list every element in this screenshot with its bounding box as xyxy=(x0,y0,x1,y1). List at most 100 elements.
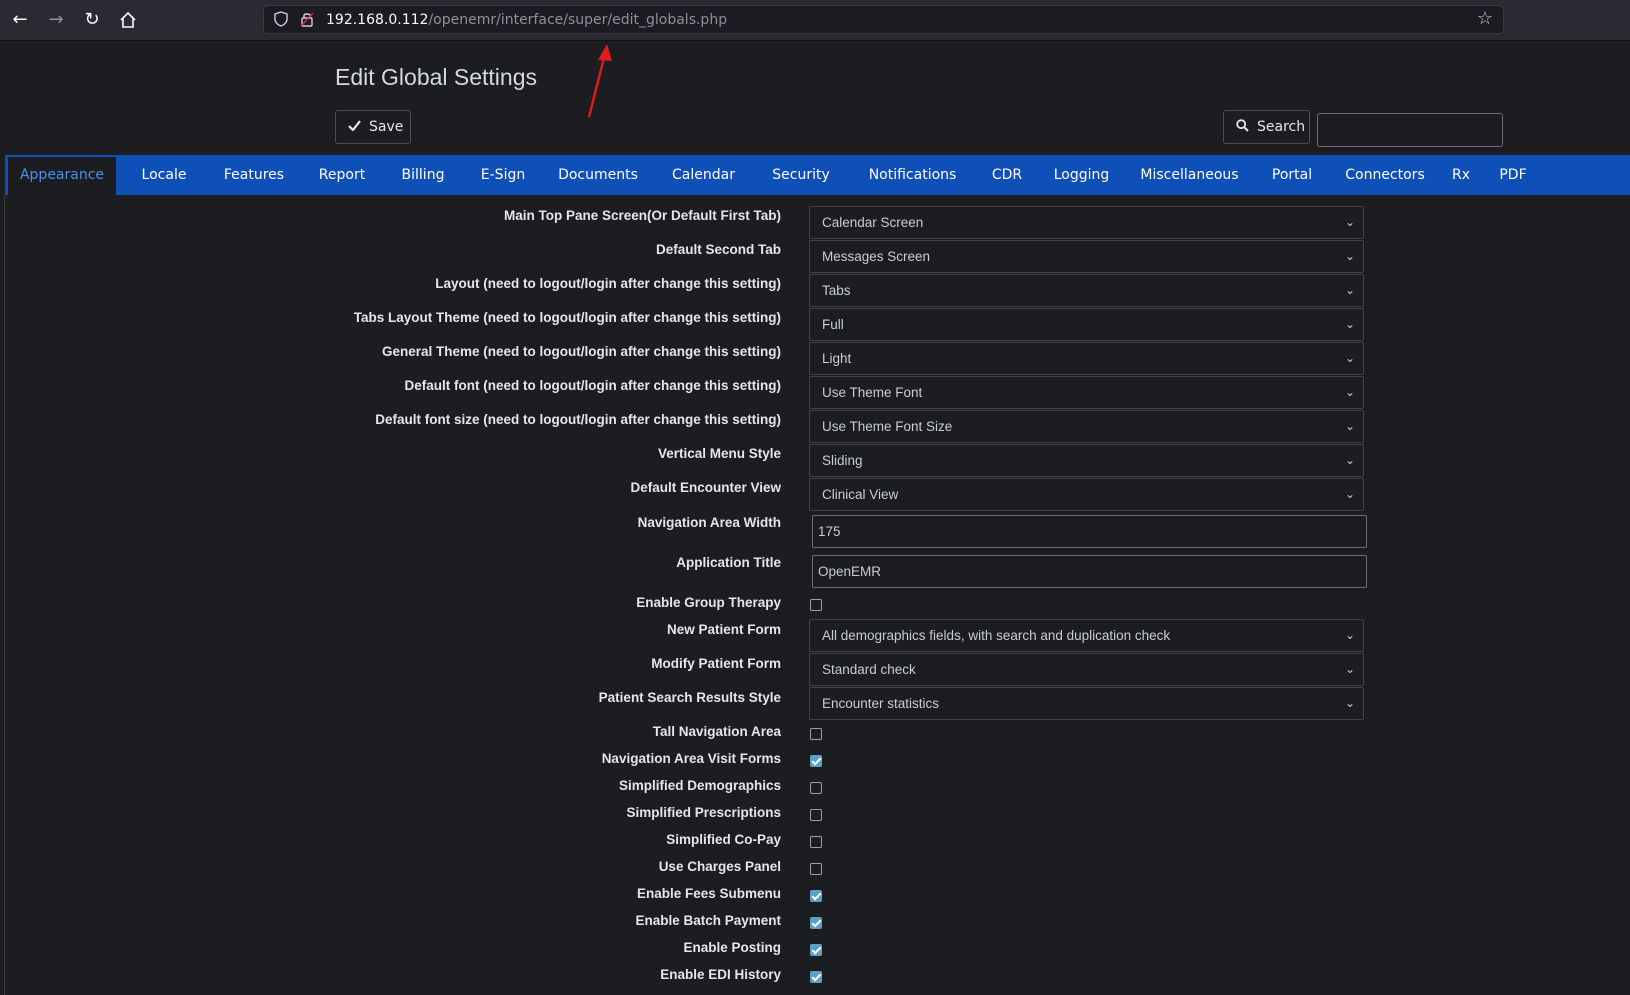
setting-label: Default Encounter View xyxy=(630,480,781,495)
shield-icon[interactable] xyxy=(272,11,290,29)
select-value: Full xyxy=(822,317,844,332)
chevron-down-icon: ⌄ xyxy=(1344,419,1355,433)
enable-edi-history-checkbox[interactable] xyxy=(810,971,822,983)
select-value: Light xyxy=(822,351,852,366)
tab-cdr[interactable]: CDR xyxy=(982,155,1032,195)
tab-features[interactable]: Features xyxy=(212,155,296,195)
select-value: Use Theme Font xyxy=(822,385,923,400)
modify-patient-form-select[interactable]: Standard check ⌄ xyxy=(809,653,1364,686)
vertical-menu-style-select[interactable]: Sliding ⌄ xyxy=(809,444,1364,477)
settings-tab-bar: Appearance Locale Features Report Billin… xyxy=(5,155,1630,195)
select-value: Sliding xyxy=(822,453,863,468)
tall-navigation-area-checkbox[interactable] xyxy=(810,728,822,740)
simplified-copay-checkbox[interactable] xyxy=(810,836,822,848)
setting-label: Default font (need to logout/login after… xyxy=(404,378,781,393)
navigation-area-width-input[interactable]: 175 xyxy=(812,515,1367,548)
default-encounter-view-select[interactable]: Clinical View ⌄ xyxy=(809,478,1364,511)
chevron-down-icon: ⌄ xyxy=(1344,662,1355,676)
magnifier-icon xyxy=(1236,118,1249,136)
patient-search-results-style-select[interactable]: Encounter statistics ⌄ xyxy=(809,687,1364,720)
chevron-down-icon: ⌄ xyxy=(1344,696,1355,710)
setting-label: Enable Posting xyxy=(683,940,781,955)
new-patient-form-select[interactable]: All demographics fields, with search and… xyxy=(809,619,1364,652)
select-value: Messages Screen xyxy=(822,249,931,264)
default-font-select[interactable]: Use Theme Font ⌄ xyxy=(809,376,1364,409)
arrow-right-icon[interactable]: → xyxy=(44,8,68,32)
tab-locale[interactable]: Locale xyxy=(128,155,200,195)
star-icon[interactable]: ☆ xyxy=(1475,9,1495,29)
search-input[interactable] xyxy=(1317,113,1503,147)
setting-label: Enable Group Therapy xyxy=(636,595,781,610)
simplified-prescriptions-checkbox[interactable] xyxy=(810,809,822,821)
tab-documents[interactable]: Documents xyxy=(548,155,648,195)
tab-pdf[interactable]: PDF xyxy=(1488,155,1538,195)
tab-portal[interactable]: Portal xyxy=(1260,155,1324,195)
chevron-down-icon: ⌄ xyxy=(1344,215,1355,229)
setting-label: Simplified Co-Pay xyxy=(666,832,781,847)
select-value: Tabs xyxy=(822,283,851,298)
setting-label: Modify Patient Form xyxy=(651,656,781,671)
address-bar[interactable]: 192.168.0.112/openemr/interface/super/ed… xyxy=(263,5,1504,34)
simplified-demographics-checkbox[interactable] xyxy=(810,782,822,794)
chevron-down-icon: ⌄ xyxy=(1344,453,1355,467)
enable-group-therapy-checkbox[interactable] xyxy=(810,599,822,611)
setting-label: Default font size (need to logout/login … xyxy=(375,412,781,427)
setting-label: Simplified Demographics xyxy=(618,778,781,793)
setting-label: Patient Search Results Style xyxy=(598,690,781,705)
main-top-pane-select[interactable]: Calendar Screen ⌄ xyxy=(809,206,1364,239)
save-button[interactable]: Save xyxy=(335,110,411,144)
setting-label: Vertical Menu Style xyxy=(657,446,781,461)
general-theme-select[interactable]: Light ⌄ xyxy=(809,342,1364,375)
setting-label: Enable Fees Submenu xyxy=(636,886,781,901)
chevron-down-icon: ⌄ xyxy=(1344,385,1355,399)
application-title-input[interactable]: OpenEMR xyxy=(812,555,1367,588)
default-font-size-select[interactable]: Use Theme Font Size ⌄ xyxy=(809,410,1364,443)
tab-logging[interactable]: Logging xyxy=(1044,155,1119,195)
enable-batch-payment-checkbox[interactable] xyxy=(810,917,822,929)
tab-security[interactable]: Security xyxy=(759,155,843,195)
tab-notifications[interactable]: Notifications xyxy=(855,155,970,195)
use-charges-panel-checkbox[interactable] xyxy=(810,863,822,875)
setting-label: Enable Batch Payment xyxy=(635,913,781,928)
tab-rx[interactable]: Rx xyxy=(1446,155,1476,195)
select-value: All demographics fields, with search and… xyxy=(822,628,1171,643)
setting-label: Enable EDI History xyxy=(660,967,781,982)
enable-posting-checkbox[interactable] xyxy=(810,944,822,956)
url-text: 192.168.0.112/openemr/interface/super/ed… xyxy=(326,12,727,28)
chevron-down-icon: ⌄ xyxy=(1344,283,1355,297)
chevron-down-icon: ⌄ xyxy=(1344,351,1355,365)
tab-connectors[interactable]: Connectors xyxy=(1336,155,1434,195)
tab-appearance[interactable]: Appearance xyxy=(8,155,116,195)
select-value: Encounter statistics xyxy=(822,696,940,711)
annotation-arrow xyxy=(587,44,612,118)
select-value: Use Theme Font Size xyxy=(822,419,953,434)
setting-label: Layout (need to logout/login after chang… xyxy=(435,276,781,291)
arrow-left-icon[interactable]: ← xyxy=(8,8,32,32)
save-label: Save xyxy=(369,119,404,135)
tab-miscellaneous[interactable]: Miscellaneous xyxy=(1131,155,1248,195)
setting-label: General Theme (need to logout/login afte… xyxy=(381,344,781,359)
tab-billing[interactable]: Billing xyxy=(388,155,458,195)
check-icon xyxy=(348,119,361,135)
navigation-area-visit-forms-checkbox[interactable] xyxy=(810,755,822,767)
home-icon[interactable] xyxy=(116,8,140,32)
setting-label: Use Charges Panel xyxy=(658,859,781,874)
reload-icon[interactable]: ↻ xyxy=(80,8,104,32)
chevron-down-icon: ⌄ xyxy=(1344,249,1355,263)
chevron-down-icon: ⌄ xyxy=(1344,487,1355,501)
search-button[interactable]: Search xyxy=(1223,110,1310,144)
setting-label: Tall Navigation Area xyxy=(652,724,781,739)
setting-label: Navigation Area Width xyxy=(637,515,781,530)
chevron-down-icon: ⌄ xyxy=(1344,628,1355,642)
tabs-layout-theme-select[interactable]: Full ⌄ xyxy=(809,308,1364,341)
setting-label: New Patient Form xyxy=(666,622,781,637)
select-value: Clinical View xyxy=(822,487,899,502)
lock-insecure-icon[interactable] xyxy=(298,11,316,29)
default-second-tab-select[interactable]: Messages Screen ⌄ xyxy=(809,240,1364,273)
tab-report[interactable]: Report xyxy=(308,155,376,195)
tab-esign[interactable]: E-Sign xyxy=(470,155,536,195)
setting-label: Tabs Layout Theme (need to logout/login … xyxy=(353,310,781,325)
layout-select[interactable]: Tabs ⌄ xyxy=(809,274,1364,307)
tab-calendar[interactable]: Calendar xyxy=(660,155,747,195)
enable-fees-submenu-checkbox[interactable] xyxy=(810,890,822,902)
